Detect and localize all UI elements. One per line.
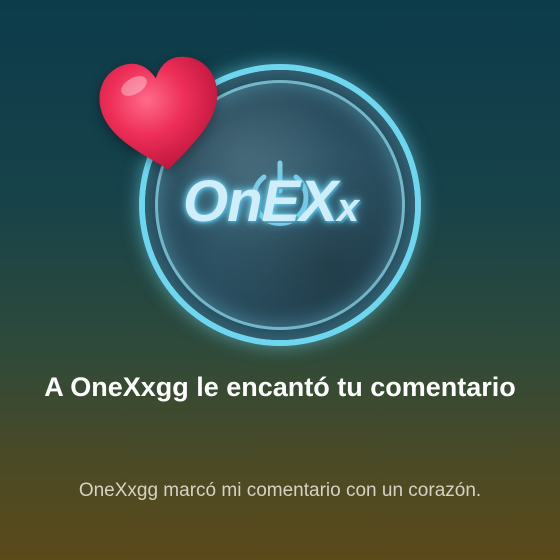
logo-part-one: OnE: [183, 169, 300, 234]
logo-part-x-small: x: [336, 186, 359, 230]
notification-title: A OneXxgg le encantó tu comentario: [44, 372, 516, 402]
notification-card: OnEXx A OneXxgg le encantó tu comentario…: [0, 0, 560, 560]
notification-message: OneXxgg marcó mi comentario con un coraz…: [78, 480, 482, 501]
heart-icon: [99, 56, 218, 170]
logo-part-x: X: [299, 169, 338, 234]
avatar-logo-text: OnEXx: [183, 168, 383, 235]
